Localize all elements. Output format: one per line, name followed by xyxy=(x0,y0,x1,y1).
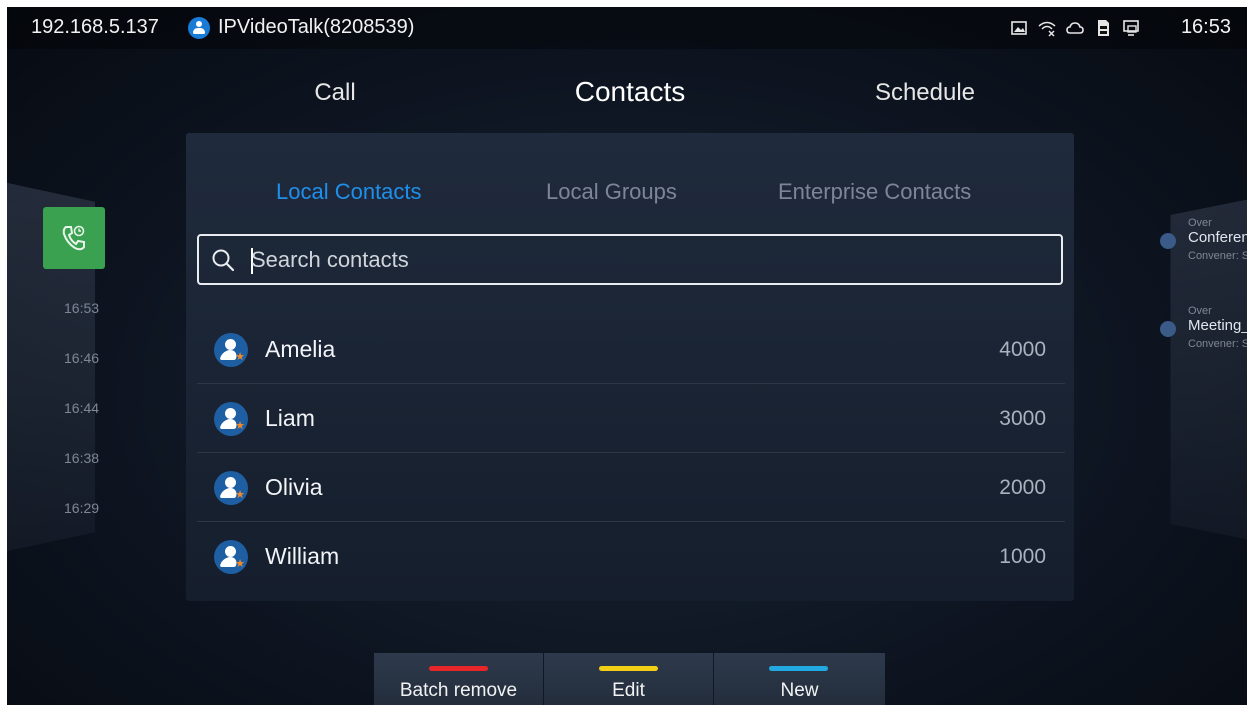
monitor-icon xyxy=(1122,19,1140,37)
schedule-convener: Convener: S xyxy=(1188,250,1247,262)
phone-history-icon xyxy=(62,225,85,251)
contact-row[interactable]: ★ Amelia 4000 xyxy=(197,315,1065,384)
contact-row[interactable]: ★ William 1000 xyxy=(197,522,1065,591)
gallery-icon xyxy=(1010,19,1028,37)
red-key-indicator xyxy=(429,666,488,671)
contact-name: Olivia xyxy=(265,474,323,500)
schedule-title: Conferenc xyxy=(1188,229,1247,246)
search-icon xyxy=(212,249,235,272)
contact-number: 3000 xyxy=(999,407,1046,430)
wifi-off-icon xyxy=(1038,19,1056,37)
action-bar: Batch remove Edit New xyxy=(374,653,885,705)
conference-icon xyxy=(1160,233,1176,249)
schedule-status: Over xyxy=(1188,217,1212,229)
call-log-time: 16:44 xyxy=(64,400,100,416)
new-button[interactable]: New xyxy=(714,653,885,705)
new-label: New xyxy=(780,680,819,701)
sd-card-icon xyxy=(1094,19,1112,37)
tab-contacts[interactable]: Contacts xyxy=(560,76,700,108)
tab-enterprise-contacts[interactable]: Enterprise Contacts xyxy=(778,179,971,205)
call-log-time: 16:53 xyxy=(64,300,100,316)
contact-number: 2000 xyxy=(999,476,1046,499)
tab-schedule[interactable]: Schedule xyxy=(860,79,990,107)
call-log-time: 16:38 xyxy=(64,450,100,466)
schedule-title: Meeting_C xyxy=(1188,317,1247,334)
edit-button[interactable]: Edit xyxy=(544,653,714,705)
account-name: IPVideoTalk(8208539) xyxy=(218,16,415,38)
contact-avatar-icon: ★ xyxy=(214,540,248,574)
blue-key-indicator xyxy=(769,666,828,671)
contact-avatar-icon: ★ xyxy=(214,402,248,436)
cloud-icon xyxy=(1066,19,1084,37)
contact-row[interactable]: ★ Liam 3000 xyxy=(197,384,1065,453)
schedule-convener: Convener: S xyxy=(1188,338,1247,350)
schedule-panel[interactable] xyxy=(1170,197,1247,542)
schedule-status: Over xyxy=(1188,305,1212,317)
tab-call[interactable]: Call xyxy=(285,79,385,107)
contact-avatar-icon: ★ xyxy=(214,471,248,505)
contact-name: Amelia xyxy=(265,336,336,362)
contact-avatar-icon: ★ xyxy=(214,333,248,367)
contact-name: Liam xyxy=(265,405,315,431)
call-log-time: 16:46 xyxy=(64,350,100,366)
tab-local-groups[interactable]: Local Groups xyxy=(546,179,677,205)
tab-local-contacts[interactable]: Local Contacts xyxy=(276,179,422,205)
call-log-button[interactable] xyxy=(43,207,105,269)
account-icon xyxy=(188,17,210,39)
search-box[interactable] xyxy=(197,234,1063,285)
contact-row[interactable]: ★ Olivia 2000 xyxy=(197,453,1065,522)
batch-remove-button[interactable]: Batch remove xyxy=(374,653,544,705)
call-log-time: 16:29 xyxy=(64,500,100,516)
conference-icon xyxy=(1160,321,1176,337)
contact-name: William xyxy=(265,543,340,569)
status-icons xyxy=(1010,17,1140,39)
contacts-panel: Local Contacts Local Groups Enterprise C… xyxy=(186,133,1074,601)
status-bar: 192.168.5.137 IPVideoTalk(8208539) 16:53 xyxy=(7,7,1247,49)
contact-number: 1000 xyxy=(999,545,1046,568)
search-input[interactable] xyxy=(251,247,1031,273)
ip-address: 192.168.5.137 xyxy=(31,16,159,38)
screen: 192.168.5.137 IPVideoTalk(8208539) 16:53… xyxy=(7,7,1247,705)
contact-number: 4000 xyxy=(999,338,1046,361)
edit-label: Edit xyxy=(612,680,645,701)
batch-remove-label: Batch remove xyxy=(399,680,518,701)
clock: 16:53 xyxy=(1180,16,1231,38)
yellow-key-indicator xyxy=(599,666,658,671)
